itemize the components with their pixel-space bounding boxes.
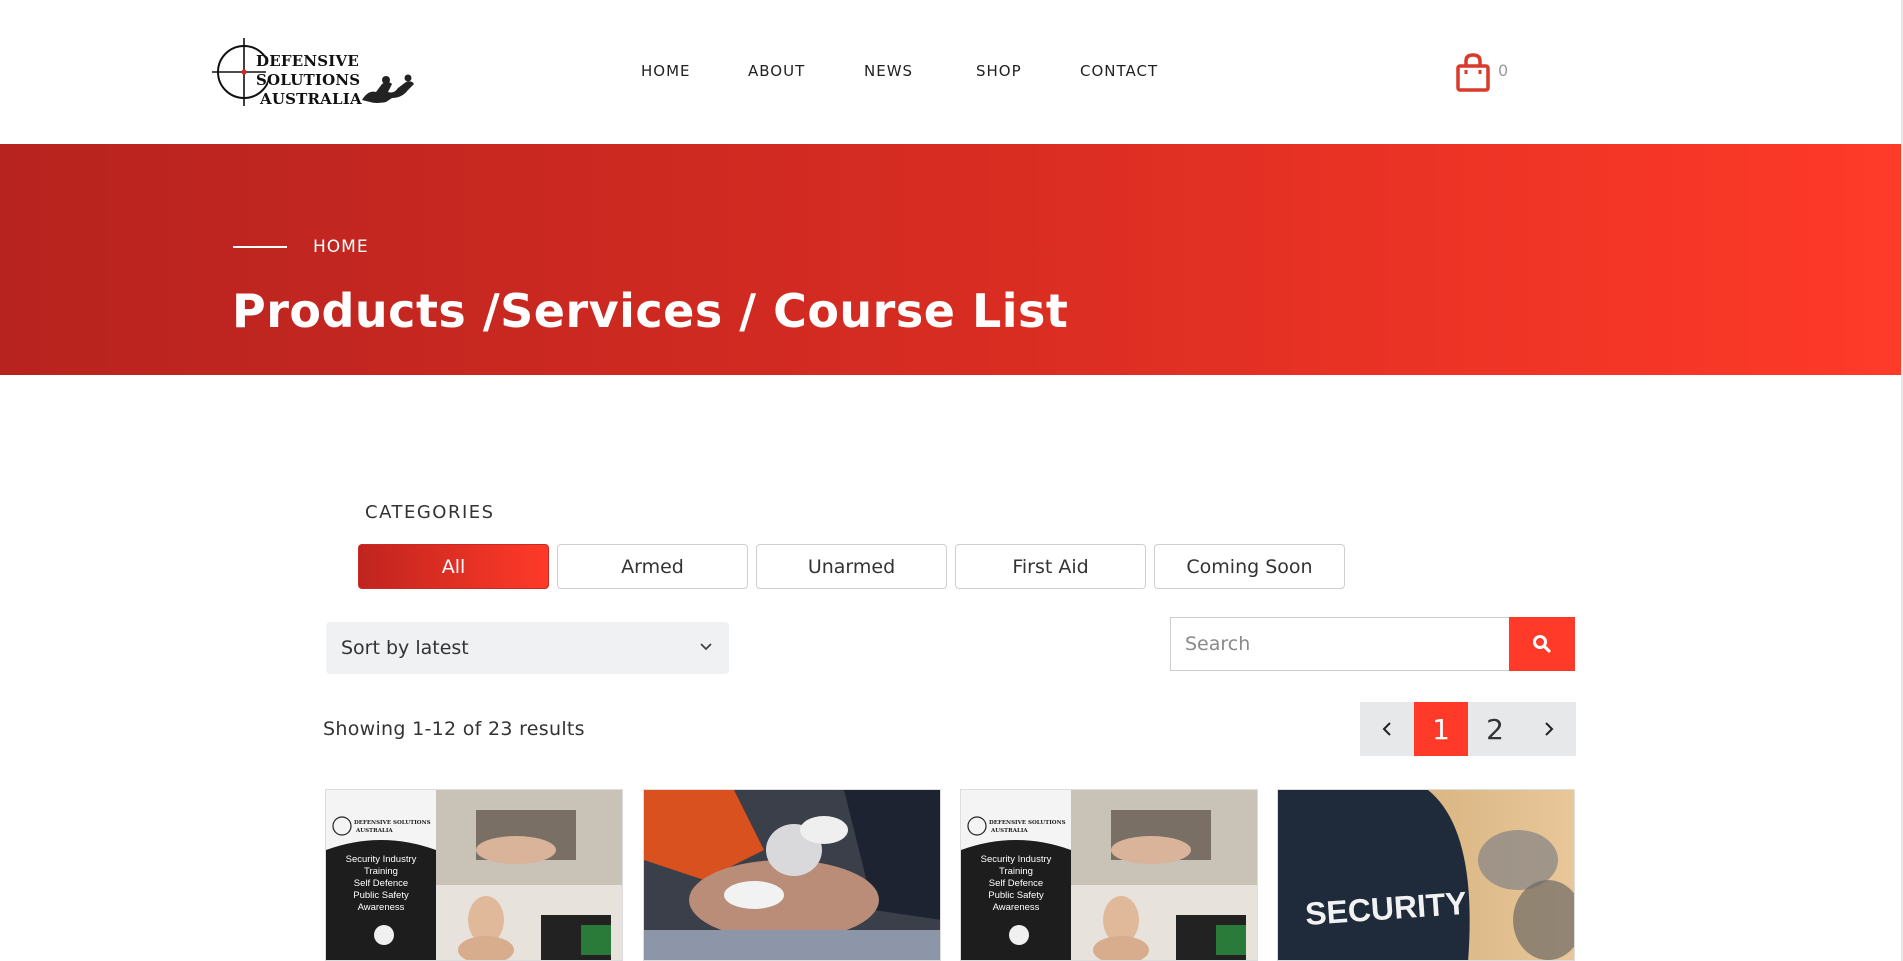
- category-coming-soon-button[interactable]: Coming Soon: [1154, 544, 1345, 589]
- prev-page-button[interactable]: [1360, 702, 1414, 756]
- search-icon: [1533, 635, 1551, 653]
- category-all-button[interactable]: All: [358, 544, 549, 589]
- product-card[interactable]: DEFENSIVE SOLUTIONS AUSTRALIA Security I…: [325, 789, 623, 961]
- category-armed-button[interactable]: Armed: [557, 544, 748, 589]
- cart-count: 0: [1498, 61, 1509, 80]
- banner-line-1: DEFENSIVE SOLUTIONS: [989, 820, 1066, 826]
- banner-text-2: Training: [999, 866, 1033, 877]
- site-header: DEFENSIVE SOLUTIONS AUSTRALIA HOME ABOUT…: [0, 0, 1903, 144]
- results-count: Showing 1-12 of 23 results: [323, 718, 585, 740]
- categories-heading: CATEGORIES: [365, 502, 495, 523]
- logo-text: DEFENSIVE SOLUTIONS AUSTRALIA: [256, 52, 448, 109]
- product-image: DEFENSIVE SOLUTIONS AUSTRALIA Security I…: [961, 790, 1257, 960]
- breadcrumb-home[interactable]: HOME: [313, 237, 369, 257]
- sort-value: Sort by latest: [341, 637, 469, 659]
- product-card[interactable]: DEFENSIVE SOLUTIONS AUSTRALIA Security I…: [960, 789, 1258, 961]
- site-logo[interactable]: DEFENSIVE SOLUTIONS AUSTRALIA: [208, 36, 448, 108]
- banner-line-2: AUSTRALIA: [990, 828, 1028, 834]
- search-button[interactable]: [1509, 617, 1575, 671]
- next-page-button[interactable]: [1522, 702, 1576, 756]
- chevron-right-icon: [1545, 722, 1554, 736]
- banner-line-1: DEFENSIVE SOLUTIONS: [354, 820, 431, 826]
- nav-shop[interactable]: SHOP: [976, 62, 1022, 80]
- banner-text-4: Public Safety: [353, 890, 409, 901]
- pagination: 1 2: [1360, 702, 1576, 756]
- logo-line-2: AUSTRALIA: [260, 90, 362, 108]
- page-banner: HOME Products /Services / Course List: [0, 144, 1901, 375]
- category-first-aid-button[interactable]: First Aid: [955, 544, 1146, 589]
- chevron-left-icon: [1382, 722, 1391, 736]
- nav-home[interactable]: HOME: [641, 62, 691, 80]
- cart-button[interactable]: [1455, 52, 1491, 92]
- banner-line-2: AUSTRALIA: [355, 828, 393, 834]
- banner-text-5: Awareness: [358, 902, 405, 913]
- chevron-down-icon: [700, 643, 712, 651]
- page-title: Products /Services / Course List: [232, 284, 1069, 338]
- page-2-button[interactable]: 2: [1468, 702, 1522, 756]
- fighters-silhouette-icon: [362, 74, 414, 103]
- banner-text-1: Security Industry: [981, 854, 1052, 865]
- banner-text-2: Training: [364, 866, 398, 877]
- banner-text-1: Security Industry: [346, 854, 417, 865]
- shopping-bag-icon: [1456, 53, 1490, 92]
- product-image: SECURITY: [1278, 790, 1574, 960]
- product-card[interactable]: [643, 789, 941, 961]
- category-unarmed-button[interactable]: Unarmed: [756, 544, 947, 589]
- product-image: [644, 790, 940, 960]
- banner-text-3: Self Defence: [989, 878, 1043, 889]
- nav-contact[interactable]: CONTACT: [1080, 62, 1158, 80]
- banner-text-5: Awareness: [993, 902, 1040, 913]
- product-image: DEFENSIVE SOLUTIONS AUSTRALIA Security I…: [326, 790, 622, 960]
- breadcrumb-divider: [233, 246, 287, 248]
- nav-about[interactable]: ABOUT: [748, 62, 805, 80]
- banner-text-4: Public Safety: [988, 890, 1044, 901]
- logo-line-1: DEFENSIVE SOLUTIONS: [256, 52, 361, 89]
- nav-news[interactable]: NEWS: [864, 62, 913, 80]
- sort-select[interactable]: Sort by latest: [326, 622, 729, 674]
- page-1-button[interactable]: 1: [1414, 702, 1468, 756]
- banner-text-3: Self Defence: [354, 878, 408, 889]
- product-card[interactable]: SECURITY: [1277, 789, 1575, 961]
- search-input[interactable]: [1170, 617, 1510, 671]
